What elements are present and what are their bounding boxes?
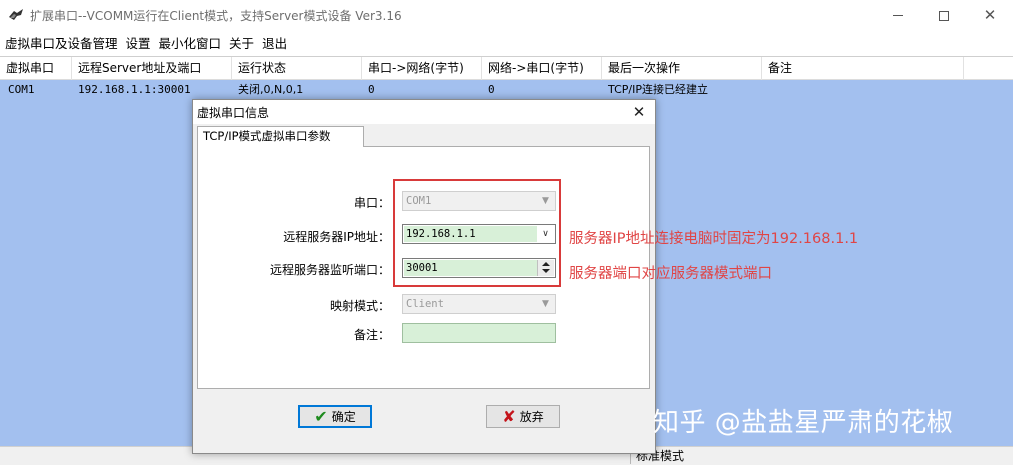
cross-icon: ✘ — [502, 406, 516, 426]
close-button[interactable]: ✕ — [967, 0, 1013, 31]
cell-note — [760, 81, 768, 98]
spin-control[interactable] — [537, 260, 554, 276]
maximize-button[interactable] — [921, 0, 967, 31]
cell-serial-to-net: 0 — [368, 83, 375, 96]
menu-about[interactable]: 关于 — [229, 33, 254, 52]
cancel-label: 放弃 — [519, 410, 544, 424]
menu-device-management[interactable]: 虚拟串口及设备管理 — [5, 33, 118, 52]
menu-bar: 虚拟串口及设备管理 设置 最小化窗口 关于 退出 — [0, 31, 1013, 53]
column-header-serial-to-net[interactable]: 串口->网络(字节) — [362, 57, 482, 80]
checkmark-icon: ✔ — [314, 406, 328, 426]
chevron-down-icon[interactable]: ∨ — [537, 226, 554, 242]
column-header-virtual-port[interactable]: 虚拟串口 — [0, 57, 72, 80]
table-row[interactable]: COM1 192.168.1.1:30001 关闭,0,N,0,1 0 0 TC… — [0, 81, 1013, 98]
chevron-down-icon: ▼ — [542, 196, 549, 206]
annotation-ip: 服务器IP地址连接电脑时固定为192.168.1.1 — [569, 231, 859, 247]
note-input[interactable] — [402, 323, 556, 343]
close-icon: ✕ — [632, 103, 646, 121]
listen-port-value: 30001 — [406, 262, 438, 274]
dialog-close-button[interactable]: ✕ — [627, 101, 651, 123]
window-title: 扩展串口--VCOMM运行在Client模式，支持Server模式设备 Ver3… — [30, 9, 402, 23]
mode-label: 映射模式： — [329, 299, 390, 313]
listen-port-label: 远程服务器监听端口： — [269, 263, 390, 277]
watermark: 知乎 @盐盐星严肃的花椒 — [653, 408, 954, 438]
note-label: 备注： — [353, 328, 390, 342]
app-icon — [9, 9, 23, 20]
window-titlebar: 扩展串口--VCOMM运行在Client模式，支持Server模式设备 Ver3… — [0, 0, 1013, 31]
menu-settings[interactable]: 设置 — [126, 33, 151, 52]
listen-port-stepper[interactable]: 30001 — [402, 258, 556, 278]
port-select[interactable]: COM1 ▼ — [402, 191, 556, 211]
column-header-net-to-serial[interactable]: 网络->串口(字节) — [482, 57, 602, 80]
cell-virtual-port: COM1 — [8, 83, 35, 96]
column-header-note[interactable]: 备注 — [762, 57, 964, 80]
minimize-button[interactable] — [875, 0, 921, 31]
port-label: 串口： — [353, 196, 390, 210]
menu-minimize[interactable]: 最小化窗口 — [159, 33, 222, 52]
maximize-icon — [939, 10, 949, 21]
tab-tcpip-params[interactable]: TCP/IP模式虚拟串口参数 — [197, 126, 364, 147]
cell-remote-address: 192.168.1.1:30001 — [78, 83, 191, 96]
list-header: 虚拟串口 远程Server地址及端口 运行状态 串口->网络(字节) 网络->串… — [0, 57, 1013, 80]
ok-label: 确定 — [331, 410, 356, 424]
minimize-icon — [893, 15, 903, 16]
column-header-last-operation[interactable]: 最后一次操作 — [602, 57, 762, 80]
cell-last-operation: TCP/IP连接已经建立 — [608, 83, 708, 96]
close-icon: ✕ — [983, 6, 997, 24]
cell-net-to-serial: 0 — [488, 83, 495, 96]
arrow-up-icon[interactable] — [542, 262, 550, 266]
cell-status: 关闭,0,N,0,1 — [238, 83, 304, 96]
menu-exit[interactable]: 退出 — [262, 33, 287, 52]
ip-label: 远程服务器IP地址： — [283, 230, 390, 244]
dialog-title: 虚拟串口信息 — [197, 106, 270, 120]
column-header-status[interactable]: 运行状态 — [232, 57, 362, 80]
annotation-port: 服务器端口对应服务器模式端口 — [569, 266, 772, 282]
dialog-titlebar: 虚拟串口信息 ✕ — [193, 100, 655, 124]
ip-value: 192.168.1.1 — [406, 228, 476, 240]
arrow-down-icon[interactable] — [542, 269, 550, 273]
column-header-remote-address[interactable]: 远程Server地址及端口 — [72, 57, 232, 80]
mode-select[interactable]: Client ▼ — [402, 294, 556, 314]
mode-value: Client — [406, 298, 444, 310]
cancel-button[interactable]: ✘ 放弃 — [486, 405, 560, 428]
chevron-down-icon: ▼ — [542, 299, 549, 309]
ok-button[interactable]: ✔ 确定 — [298, 405, 372, 428]
ip-combobox[interactable]: 192.168.1.1 ∨ — [402, 224, 556, 244]
port-value: COM1 — [406, 195, 432, 207]
